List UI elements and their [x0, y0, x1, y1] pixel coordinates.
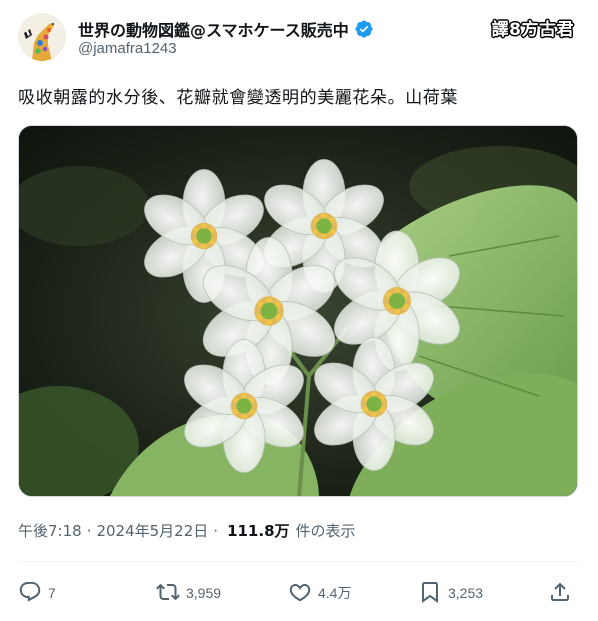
heart-icon	[288, 580, 312, 607]
views-count[interactable]: 111.8万	[227, 520, 289, 541]
tweet-meta: 午後7:18 · 2024年5月22日 · 111.8万 件の表示	[18, 520, 356, 541]
tweet-time[interactable]: 午後7:18	[18, 520, 82, 541]
reply-icon	[18, 580, 42, 607]
avatar-image	[18, 13, 66, 61]
bookmark-icon	[418, 580, 442, 607]
tweet-date[interactable]: 2024年5月22日	[96, 520, 208, 541]
meta-separator: ·	[86, 522, 92, 540]
tweet-text: 吸收朝露的水分後、花瓣就會變透明的美麗花朵。山荷葉	[18, 88, 458, 108]
bookmark-count: 3,253	[448, 585, 484, 601]
tweet-header: 世界の動物図鑑@スマホケース販売中 @jamafra1243 譯8方古君	[18, 13, 578, 65]
tweet-media-photo[interactable]	[18, 125, 578, 497]
verified-badge-icon	[354, 19, 374, 39]
views-label: 件の表示	[295, 522, 356, 540]
repost-button[interactable]: 3,959	[156, 578, 221, 608]
repost-icon	[156, 580, 180, 607]
bookmark-button[interactable]: 3,253	[418, 578, 483, 608]
repost-count: 3,959	[186, 585, 222, 601]
like-button[interactable]: 4.4万	[288, 578, 351, 608]
action-bar: 7 3,959 4.4万 3,253	[18, 578, 578, 608]
share-button[interactable]	[548, 578, 572, 608]
divider	[18, 561, 578, 562]
share-icon	[548, 580, 572, 607]
display-name[interactable]: 世界の動物図鑑@スマホケース販売中	[78, 17, 349, 41]
like-count: 4.4万	[318, 585, 352, 601]
watermark-text: 譯8方古君	[491, 20, 574, 40]
flower-photo	[19, 126, 577, 496]
meta-separator: ·	[213, 522, 219, 540]
reply-button[interactable]: 7	[18, 578, 56, 608]
user-handle[interactable]: @jamafra1243	[78, 40, 177, 57]
avatar[interactable]	[18, 13, 66, 61]
reply-count: 7	[48, 585, 56, 601]
name-row: 世界の動物図鑑@スマホケース販売中	[78, 17, 374, 41]
